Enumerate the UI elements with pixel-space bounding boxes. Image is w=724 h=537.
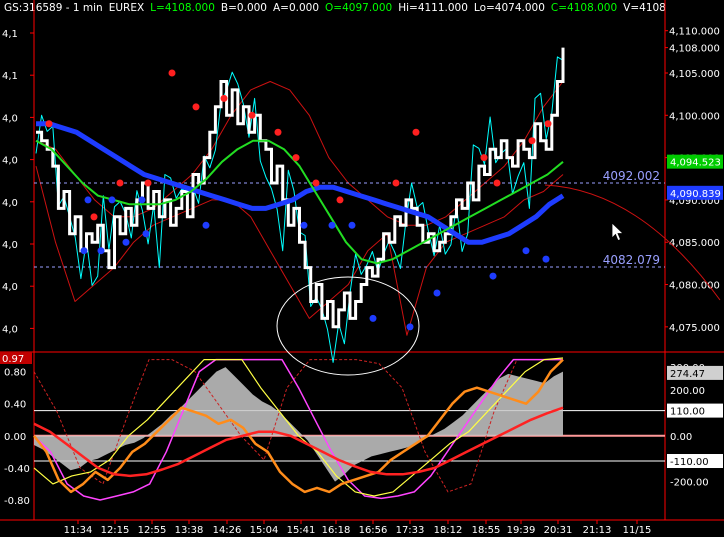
osc-right-tick-5: -110.00	[670, 457, 709, 468]
low-marker-7	[348, 221, 356, 229]
osc-left-tick-3: 0.00	[4, 432, 26, 443]
price-left-tick-3: 4,0	[2, 156, 18, 167]
high-marker-11	[336, 196, 344, 204]
low-marker-2	[122, 238, 130, 246]
current-tag-label-1: 4,090.839	[670, 189, 721, 200]
time-tick-11: 18:55	[472, 525, 501, 536]
price-right-tick-2: 4,105.000	[669, 69, 720, 80]
low-marker-15	[108, 196, 116, 204]
high-marker-17	[544, 120, 552, 128]
high-marker-10	[312, 179, 320, 187]
time-tick-2: 12:55	[138, 525, 167, 536]
low-marker-16	[138, 196, 146, 204]
high-marker-14	[480, 154, 488, 162]
low-marker-9	[406, 323, 414, 331]
osc-left-tick-5: -0.80	[4, 496, 30, 507]
price-left-tick-4: 4,0	[2, 198, 18, 209]
low-marker-1	[97, 247, 105, 255]
low-marker-13	[542, 255, 550, 263]
time-tick-9: 17:33	[396, 525, 425, 536]
osc-right-tick-6: -200.00	[670, 478, 709, 489]
high-marker-7	[248, 111, 256, 119]
osc-right-tick-1: 274.47	[670, 369, 705, 380]
high-marker-3	[144, 179, 152, 187]
high-marker-5	[192, 103, 200, 111]
osc-right-tick-3: 110.00	[670, 407, 705, 418]
price-left-tick-5: 4,0	[2, 240, 18, 251]
osc-left-tick-1: 0.80	[4, 368, 26, 379]
low-marker-8	[369, 314, 377, 322]
price-left-tick-1: 4,1	[2, 71, 18, 82]
price-right-tick-1: 4,108.000	[669, 44, 720, 55]
price-right-tick-8: 4,075.000	[669, 323, 720, 334]
price-left-tick-7: 4,0	[2, 324, 18, 335]
high-marker-1	[90, 213, 98, 221]
low-marker-6	[328, 221, 336, 229]
osc-right-tick-2: 200.00	[670, 386, 705, 397]
price-left-tick-0: 4,1	[2, 29, 18, 40]
high-marker-8	[274, 128, 282, 136]
osc-right-tick-4: 0.00	[670, 432, 692, 443]
high-marker-4	[168, 69, 176, 77]
low-marker-10	[433, 289, 441, 297]
time-tick-13: 20:31	[544, 525, 573, 536]
time-tick-12: 19:39	[507, 525, 536, 536]
high-marker-2	[116, 179, 124, 187]
high-marker-12	[392, 179, 400, 187]
high-marker-15	[493, 179, 501, 187]
high-marker-0	[45, 120, 53, 128]
low-marker-12	[522, 247, 530, 255]
time-tick-6: 15:41	[287, 525, 316, 536]
high-marker-6	[220, 94, 228, 102]
price-right-tick-0: 4,110.000	[669, 27, 720, 38]
low-marker-14	[84, 196, 92, 204]
price-left-tick-6: 4,0	[2, 282, 18, 293]
price-right-tick-3: 4,100.000	[669, 111, 720, 122]
low-marker-5	[300, 221, 308, 229]
osc-current-label: 0.97	[2, 354, 24, 365]
price-line	[36, 47, 565, 329]
high-marker-9	[292, 154, 300, 162]
price-left-tick-2: 4,0	[2, 113, 18, 124]
time-tick-15: 11/15	[623, 525, 652, 536]
trading-chart[interactable]: 4,1 4,1 4,0 4,0 4,0 4,0 4,0 4,0 4,110.000 4,108.0…	[0, 0, 724, 537]
time-tick-0: 11:34	[64, 525, 93, 536]
level-label-0: 4092.002	[603, 169, 660, 183]
low-marker-0	[80, 247, 88, 255]
low-marker-11	[489, 272, 497, 280]
time-tick-5: 15:04	[250, 525, 279, 536]
time-tick-1: 12:15	[101, 525, 130, 536]
low-marker-3	[142, 230, 150, 238]
time-tick-14: 21:13	[583, 525, 612, 536]
high-marker-13	[412, 128, 420, 136]
price-right-tick-6: 4,085.000	[669, 238, 720, 249]
osc-left-tick-2: 0.40	[4, 400, 26, 411]
time-tick-7: 16:18	[322, 525, 351, 536]
osc-histogram	[34, 367, 563, 482]
time-tick-8: 16:56	[359, 525, 388, 536]
time-tick-10: 18:12	[434, 525, 463, 536]
high-marker-16	[528, 137, 536, 145]
current-tag-label-0: 4,094.523	[670, 158, 721, 169]
osc-left-tick-4: -0.40	[4, 464, 30, 475]
time-tick-4: 14:26	[213, 525, 242, 536]
low-marker-4	[202, 221, 210, 229]
time-tick-3: 13:38	[175, 525, 204, 536]
level-label-1: 4082.079	[603, 253, 660, 267]
mouse-cursor-icon	[611, 222, 624, 242]
